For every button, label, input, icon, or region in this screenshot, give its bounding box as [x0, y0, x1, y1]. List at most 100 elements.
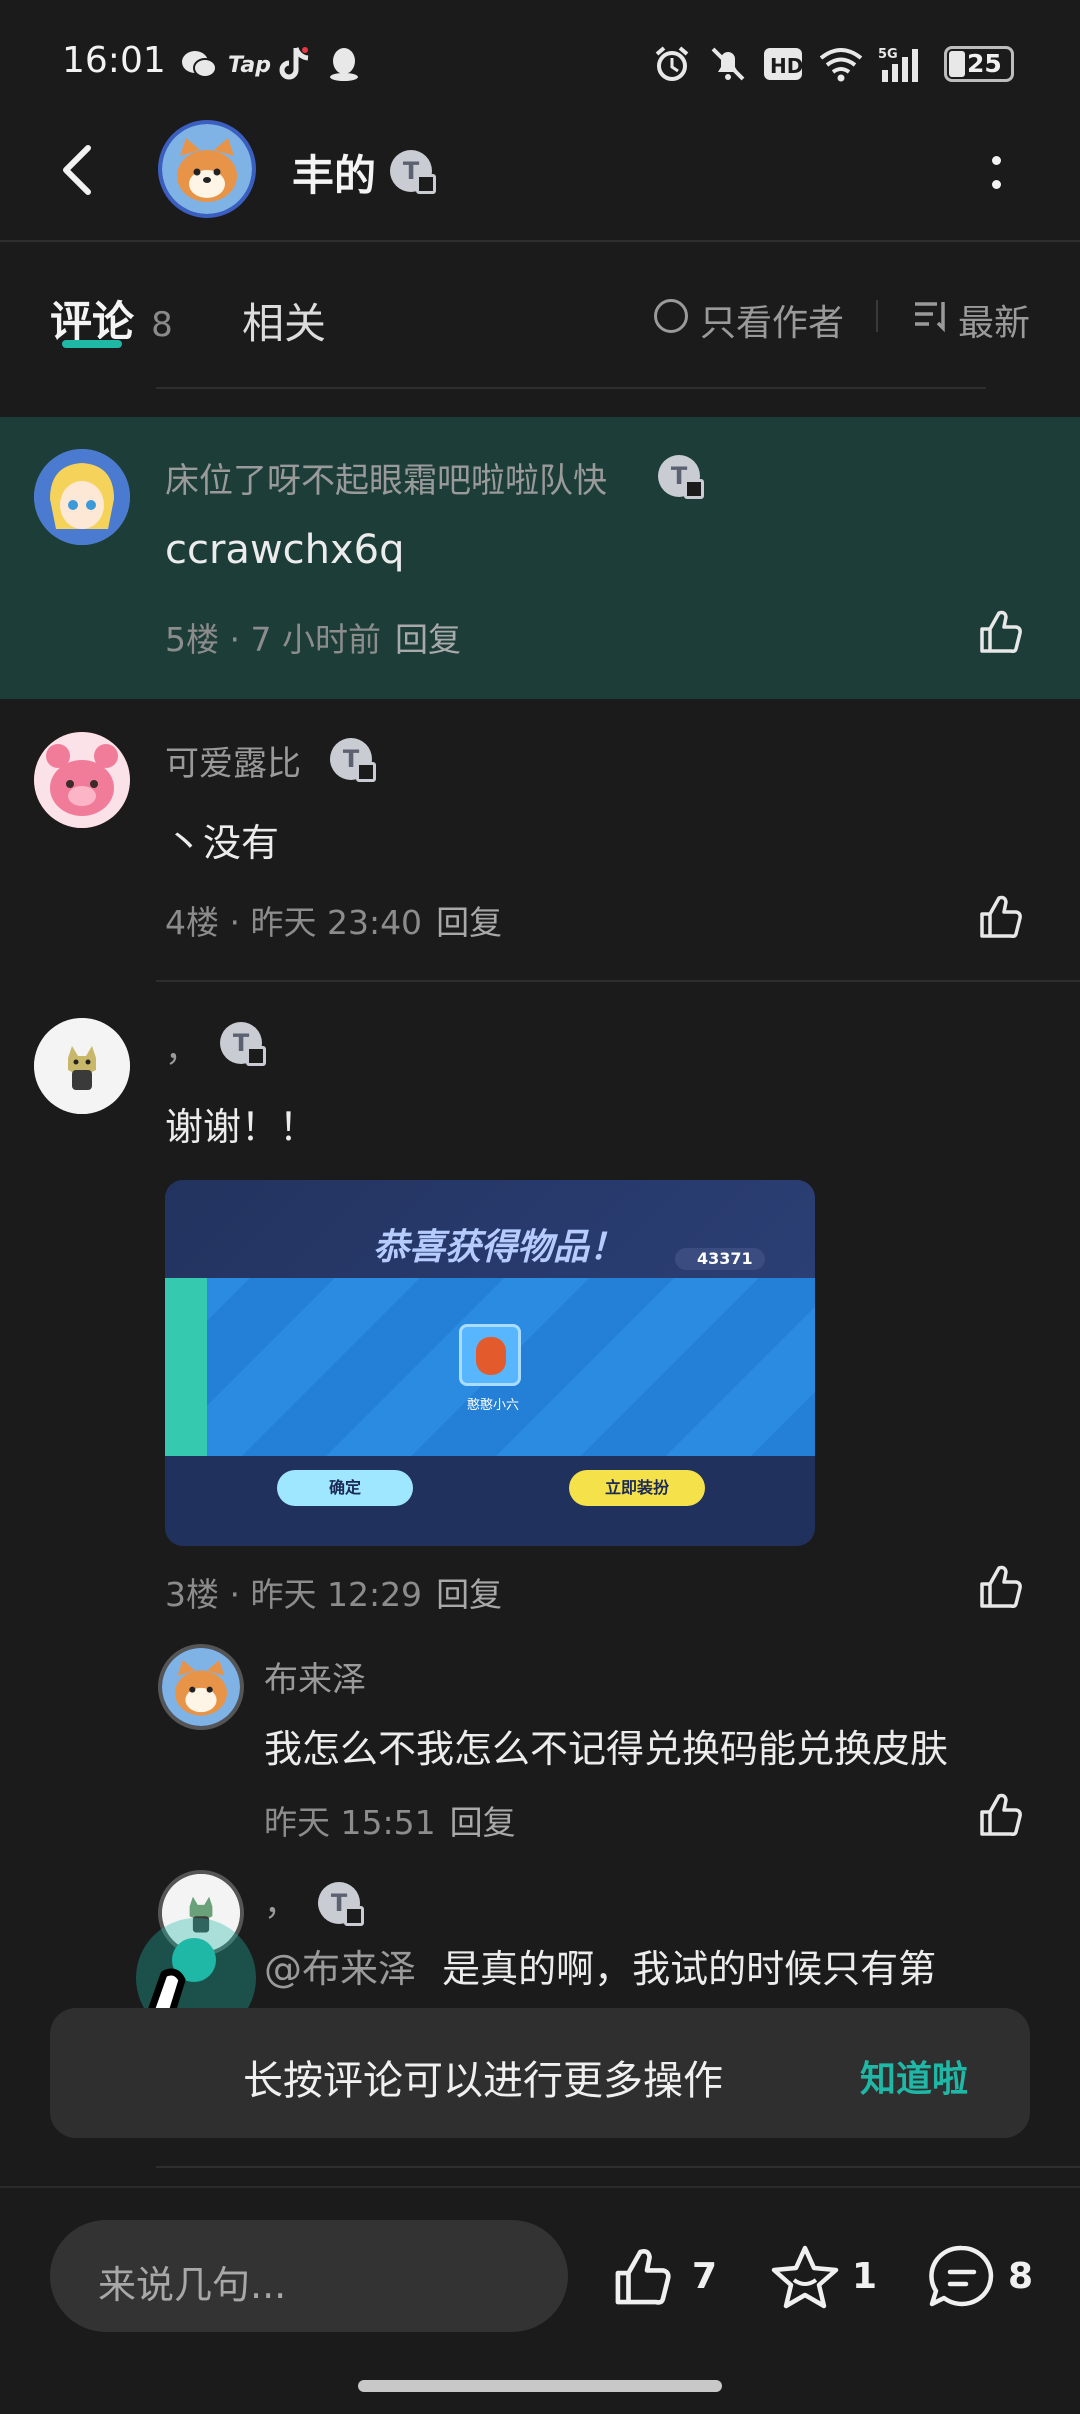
comment-input[interactable]: 来说几句... [50, 2220, 568, 2332]
comment-item[interactable]: ， T 谢谢！！ 恭喜获得物品！ 43371 憨憨小六 确定 立即装扮 3楼 ·… [0, 992, 1080, 2002]
like-icon[interactable] [976, 607, 1026, 657]
comment-text: ccrawchx6q [165, 527, 405, 573]
commenter-name[interactable]: 床位了呀不起眼霜吧啦啦队快 [165, 453, 607, 502]
comment-tabs: 评论 8 相关 只看作者 最新 [0, 244, 1080, 390]
cat-avatar-image [34, 1018, 130, 1114]
like-count: 7 [692, 2256, 718, 2297]
comment-item[interactable]: 床位了呀不起眼霜吧啦啦队快 T ccrawchx6q 5楼 · 7 小时前 回复 [0, 417, 1080, 699]
qq-icon [330, 48, 358, 81]
currency-pill: 43371 [675, 1248, 765, 1270]
tab-active-indicator [62, 340, 122, 348]
toast-message: 长按评论可以进行更多操作 [243, 2058, 723, 2104]
comment-meta: 4楼 · 昨天 23:40 回复 [165, 896, 502, 944]
like-icon [615, 2248, 671, 2305]
reply-button[interactable]: 回复 [395, 620, 461, 659]
reply-button[interactable]: 回复 [436, 1575, 502, 1614]
comment-count: 8 [1008, 2256, 1034, 2297]
status-bar: 16:01 Tap HD 5G 25 [0, 0, 1080, 120]
currency-value: 43371 [697, 1249, 753, 1268]
comment-meta: 3楼 · 昨天 12:29 回复 [165, 1568, 502, 1616]
tab-comments[interactable]: 评论 8 [50, 288, 173, 349]
battery-icon: 25 [944, 46, 1014, 82]
author-avatar[interactable] [158, 120, 256, 218]
comment-floor-time: 3楼 · 昨天 12:29 [165, 1575, 423, 1614]
toast-dismiss-button[interactable]: 知道啦 [860, 2050, 968, 2102]
more-options-icon[interactable] [990, 154, 1002, 194]
mute-icon [711, 47, 745, 81]
back-arrow-icon[interactable] [52, 142, 108, 198]
home-indicator[interactable] [358, 2380, 722, 2392]
commenter-avatar[interactable] [34, 732, 130, 828]
comment-image[interactable]: 恭喜获得物品！ 43371 憨憨小六 确定 立即装扮 [165, 1180, 815, 1546]
sort-label: 最新 [958, 303, 1031, 344]
commenter-badge: T [220, 1022, 266, 1066]
status-time: 16:01 [62, 40, 166, 81]
tabs-bottom-divider [156, 387, 986, 389]
commenter-name[interactable]: 可爱露比 [165, 736, 301, 785]
tab-related[interactable]: 相关 [242, 290, 326, 351]
commenter-name[interactable]: ， [165, 1022, 199, 1071]
like-icon[interactable] [976, 1562, 1026, 1612]
svg-text:Tap: Tap [228, 53, 271, 78]
alarm-icon [655, 46, 689, 81]
comment-meta: 5楼 · 7 小时前 回复 [165, 613, 461, 661]
shiba-avatar-image [162, 124, 252, 214]
image-confirm-button: 确定 [277, 1470, 413, 1506]
like-icon[interactable] [976, 1790, 1026, 1840]
battery-level: 25 [967, 49, 1002, 78]
author-only-label: 只看作者 [700, 303, 845, 344]
image-equip-button: 立即装扮 [569, 1470, 705, 1506]
like-icon[interactable] [976, 892, 1026, 942]
pink-bear-avatar-image [34, 732, 130, 828]
sort-icon [915, 302, 945, 333]
image-confirm-label: 确定 [328, 1478, 361, 1497]
image-side-strip [165, 1278, 207, 1456]
comment-item[interactable]: 可爱露比 T 丶没有 4楼 · 昨天 23:40 回复 [0, 710, 1080, 982]
commenter-avatar[interactable] [34, 1018, 130, 1114]
douyin-icon [279, 47, 309, 80]
svg-text:5G: 5G [878, 47, 898, 62]
anime-girl-avatar-image [34, 449, 130, 545]
like-button[interactable]: 7 [610, 2240, 720, 2312]
reply-button[interactable]: 回复 [450, 1803, 516, 1842]
comment-button[interactable]: 8 [928, 2240, 1048, 2312]
reply-badge: T [318, 1882, 364, 1926]
reply-avatar[interactable] [158, 1644, 244, 1730]
svg-text:HD: HD [770, 54, 803, 78]
image-title: 恭喜获得物品！ [373, 1227, 626, 1268]
5g-signal-icon: 5G [878, 47, 918, 82]
reply-mention[interactable]: @布来泽 [264, 1947, 416, 1991]
wechat-icon [182, 51, 217, 78]
commenter-badge: T [330, 738, 376, 782]
comment-input-placeholder: 来说几句... [98, 2263, 287, 2307]
list-divider [156, 2166, 1080, 2168]
wifi-icon [819, 48, 863, 82]
comment-bubble-icon [929, 2245, 994, 2307]
tabs-divider [876, 300, 878, 332]
tab-comments-label: 评论 [50, 297, 135, 346]
favorite-button[interactable]: 1 [770, 2240, 880, 2312]
taptap-icon: Tap [228, 53, 271, 78]
star-icon [771, 2245, 839, 2309]
reply-name[interactable]: ， [264, 1876, 298, 1925]
commenter-badge: T [658, 455, 704, 499]
reply-name[interactable]: 布来泽 [264, 1652, 366, 1701]
comment-text: 丶没有 [165, 821, 280, 865]
reply-time: 昨天 15:51 [264, 1803, 436, 1842]
image-equip-label: 立即装扮 [604, 1478, 669, 1497]
reply-text: 是真的啊，我试的时候只有第 [442, 1947, 937, 1991]
title-badge: T [390, 150, 436, 194]
reply-meta: 昨天 15:51 回复 [264, 1796, 516, 1844]
comment-text: 谢谢！！ [165, 1105, 318, 1149]
comment-divider [156, 980, 1080, 982]
hd-icon: HD [764, 48, 803, 80]
tab-comments-count: 8 [151, 305, 173, 345]
radio-circle-icon [654, 299, 688, 333]
shiba-avatar-image [162, 1648, 240, 1726]
commenter-avatar[interactable] [34, 449, 130, 545]
item-icon [459, 1324, 521, 1386]
tip-toast: 长按评论可以进行更多操作 知道啦 [50, 2008, 1030, 2138]
top-app-bar: 丰的 T [0, 120, 1080, 242]
reply-button[interactable]: 回复 [436, 903, 502, 942]
reply-text: 我怎么不我怎么不记得兑换码能兑换皮肤 [264, 1727, 949, 1771]
